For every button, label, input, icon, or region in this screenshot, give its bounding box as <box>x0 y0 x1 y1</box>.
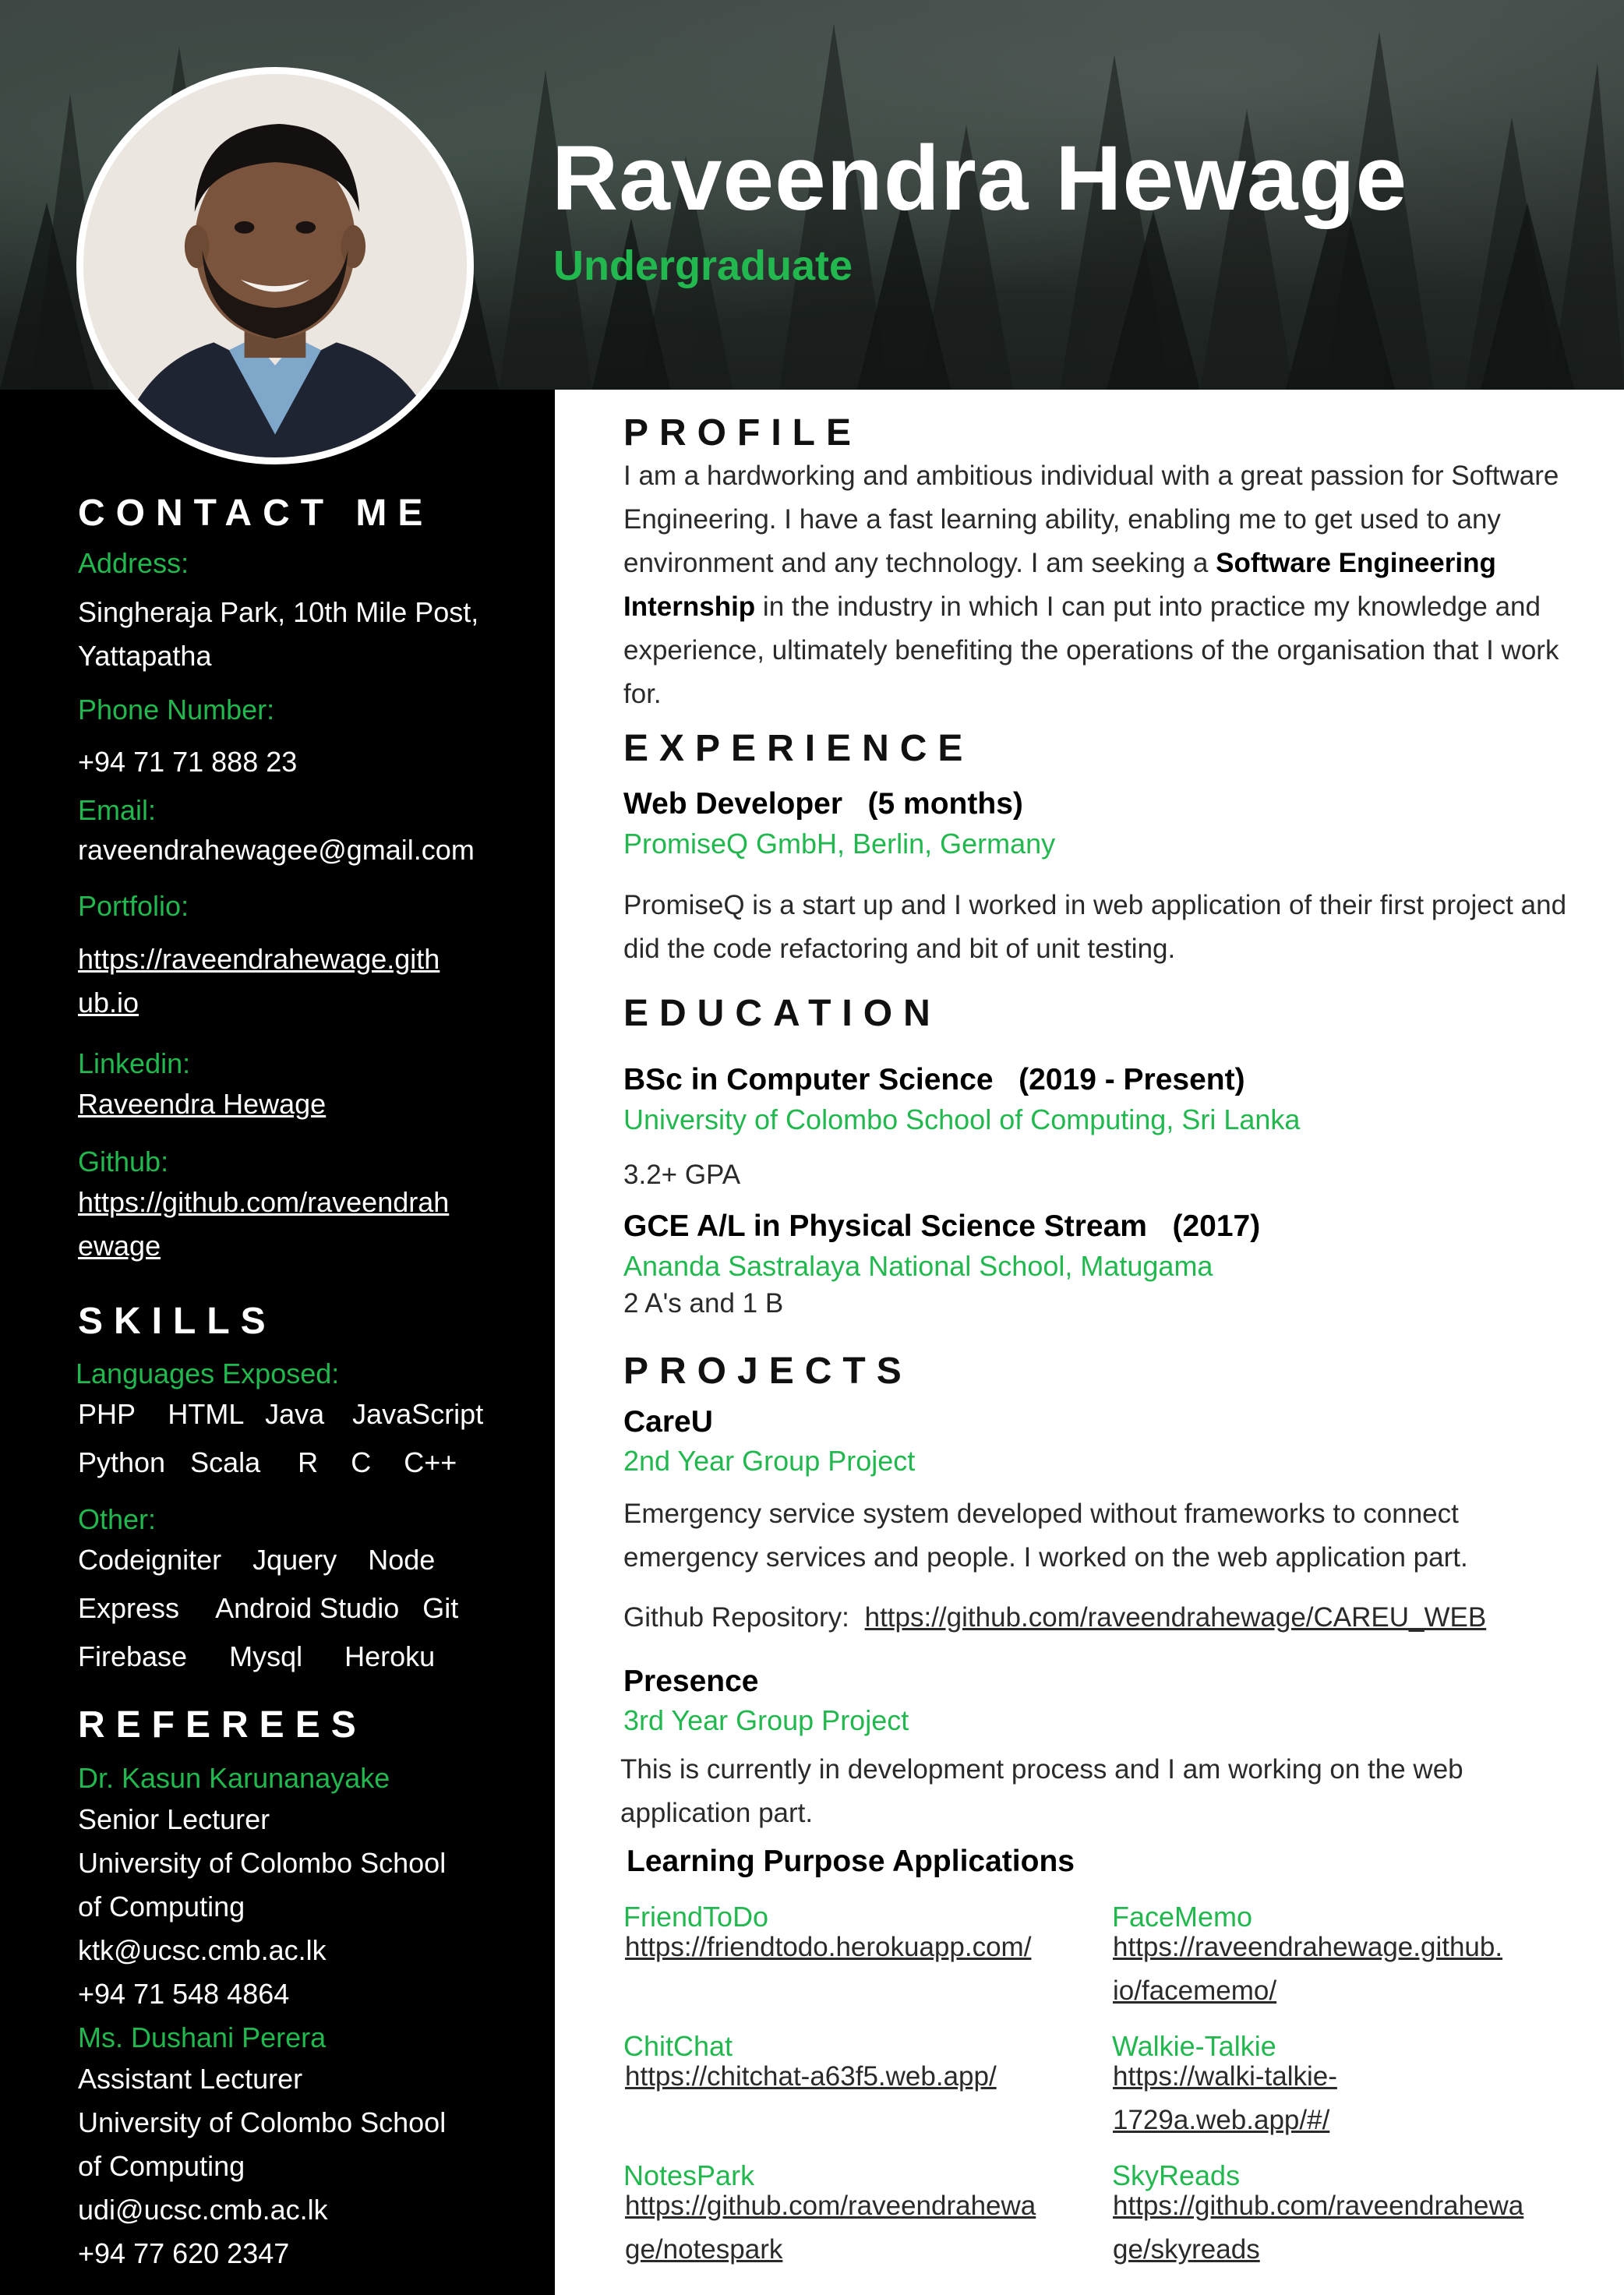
project-repo-row: Github Repository: https://github.com/ra… <box>623 1604 1486 1631</box>
languages-row: Python Scala R C C++ <box>78 1441 457 1485</box>
portfolio-label: Portfolio: <box>78 890 189 922</box>
projects-heading: PROJECTS <box>623 1351 913 1392</box>
skill-item: Firebase <box>78 1640 188 1672</box>
project-description: This is currently in development process… <box>620 1754 1463 1828</box>
project-title: CareU <box>623 1405 713 1439</box>
phone-label: Phone Number: <box>78 694 275 726</box>
skill-item: Mysql <box>229 1640 303 1672</box>
skill-item: Android Studio <box>215 1592 400 1624</box>
app-link[interactable]: https://chitchat-a63f5.web.app/ <box>625 2055 997 2099</box>
other-skills-row: Codeigniter Jquery Node <box>78 1538 435 1582</box>
contact-heading: CONTACT ME <box>78 493 434 534</box>
experience-description: PromiseQ is a start up and I worked in w… <box>623 890 1567 964</box>
address-label: Address: <box>78 547 189 579</box>
education-title: BSc in Computer Science (2019 - Present) <box>623 1063 1245 1096</box>
skill-item: Scala <box>190 1446 261 1478</box>
referee-line: University of Colombo School <box>78 2106 447 2138</box>
skill-item: Git <box>422 1592 459 1624</box>
repo-link[interactable]: https://github.com/raveendrahewage/CAREU… <box>865 1602 1487 1633</box>
other-skills-row: Express Android Studio Git <box>78 1587 458 1630</box>
referee-line: udi@ucsc.cmb.ac.lk <box>78 2194 328 2226</box>
linkedin-link[interactable]: Raveendra Hewage <box>78 1082 326 1126</box>
project-subtitle: 2nd Year Group Project <box>623 1445 916 1477</box>
person-role: Undergraduate <box>553 242 853 289</box>
app-link[interactable]: ge/notespark <box>625 2228 782 2272</box>
education-school: University of Colombo School of Computin… <box>623 1103 1301 1135</box>
experience-heading: EXPERIENCE <box>623 728 974 769</box>
other-skills-row: Firebase Mysql Heroku <box>78 1635 435 1679</box>
app-link[interactable]: ge/skyreads <box>1113 2228 1260 2272</box>
project-title: Presence <box>623 1665 759 1698</box>
skill-item: JavaScript <box>352 1398 484 1430</box>
skill-item: Java <box>265 1398 325 1430</box>
github-label: Github: <box>78 1146 169 1178</box>
app-link[interactable]: https://friendtodo.herokuapp.com/ <box>625 1926 1031 1969</box>
referee-line: of Computing <box>78 2150 245 2182</box>
referee-name: Ms. Dushani Perera <box>78 2021 327 2053</box>
left-sidebar: CONTACT ME Address: Singheraja Park, 10t… <box>0 390 555 2295</box>
portfolio-link[interactable]: ub.io <box>78 981 139 1025</box>
email-value: raveendrahewagee@gmail.com <box>78 834 475 866</box>
referee-line: University of Colombo School <box>78 1847 447 1879</box>
skill-item: Heroku <box>344 1640 436 1672</box>
repo-label: Github Repository: <box>623 1602 849 1633</box>
skill-item: Node <box>368 1544 436 1576</box>
profile-text-part: in the industry in which I can put into … <box>623 591 1559 709</box>
linkedin-label: Linkedin: <box>78 1047 191 1079</box>
referee-name: Dr. Kasun Karunanayake <box>78 1762 390 1794</box>
project-subtitle: 3rd Year Group Project <box>623 1704 909 1736</box>
address-line: Yattapatha <box>78 640 212 672</box>
app-link[interactable]: https://github.com/raveendrahewa <box>625 2184 1036 2228</box>
skills-heading: SKILLS <box>78 1301 277 1342</box>
app-link[interactable]: https://walki-talkie- <box>1113 2055 1337 2099</box>
education-detail: 2 A's and 1 B <box>623 1288 784 1319</box>
phone-value: +94 71 71 888 23 <box>78 746 298 778</box>
profile-photo <box>76 67 474 464</box>
referee-line: Assistant Lecturer <box>78 2063 303 2095</box>
portfolio-link[interactable]: https://raveendrahewage.gith <box>78 937 440 981</box>
referee-line: of Computing <box>78 1891 245 1923</box>
referee-line: ktk@ucsc.cmb.ac.lk <box>78 1934 327 1966</box>
app-link[interactable]: 1729a.web.app/#/ <box>1113 2099 1329 2142</box>
skill-item: HTML <box>168 1398 244 1430</box>
skill-item: PHP <box>78 1398 136 1430</box>
languages-label: Languages Exposed: <box>76 1358 340 1389</box>
skill-item: R <box>298 1446 319 1478</box>
skill-item: Codeigniter <box>78 1544 222 1576</box>
github-link[interactable]: https://github.com/raveendrah <box>78 1181 449 1224</box>
email-label: Email: <box>78 794 157 826</box>
experience-company: PromiseQ GmbH, Berlin, Germany <box>623 828 1056 860</box>
person-name: Raveendra Hewage <box>552 127 1408 230</box>
app-link[interactable]: io/facememo/ <box>1113 1969 1276 2013</box>
other-skills-label: Other: <box>78 1503 157 1535</box>
app-link[interactable]: https://raveendrahewage.github. <box>1113 1926 1502 1969</box>
education-detail: 3.2+ GPA <box>623 1160 741 1190</box>
experience-title: Web Developer (5 months) <box>623 787 1023 821</box>
referee-line: +94 71 548 4864 <box>78 1978 290 2010</box>
education-heading: EDUCATION <box>623 993 941 1034</box>
referee-line: Senior Lecturer <box>78 1803 270 1835</box>
skill-item: Jquery <box>252 1544 337 1576</box>
referee-line: +94 77 620 2347 <box>78 2237 290 2269</box>
referees-heading: REFEREES <box>78 1704 367 1746</box>
learning-apps-heading: Learning Purpose Applications <box>627 1845 1075 1878</box>
address-line: Singheraja Park, 10th Mile Post, <box>78 596 479 628</box>
education-school: Ananda Sastralaya National School, Matug… <box>623 1250 1213 1282</box>
github-link[interactable]: ewage <box>78 1224 161 1268</box>
education-title: GCE A/L in Physical Science Stream (2017… <box>623 1209 1261 1243</box>
skill-item: C++ <box>404 1446 457 1478</box>
skill-item: C <box>351 1446 372 1478</box>
skill-item: Python <box>78 1446 166 1478</box>
project-description: Emergency service system developed witho… <box>623 1499 1468 1573</box>
skill-item: Express <box>78 1592 180 1624</box>
app-link[interactable]: https://github.com/raveendrahewa <box>1113 2184 1523 2228</box>
languages-row: PHP HTML Java JavaScript <box>78 1393 483 1436</box>
profile-text: I am a hardworking and ambitious individ… <box>623 454 1590 716</box>
profile-heading: PROFILE <box>623 412 863 454</box>
